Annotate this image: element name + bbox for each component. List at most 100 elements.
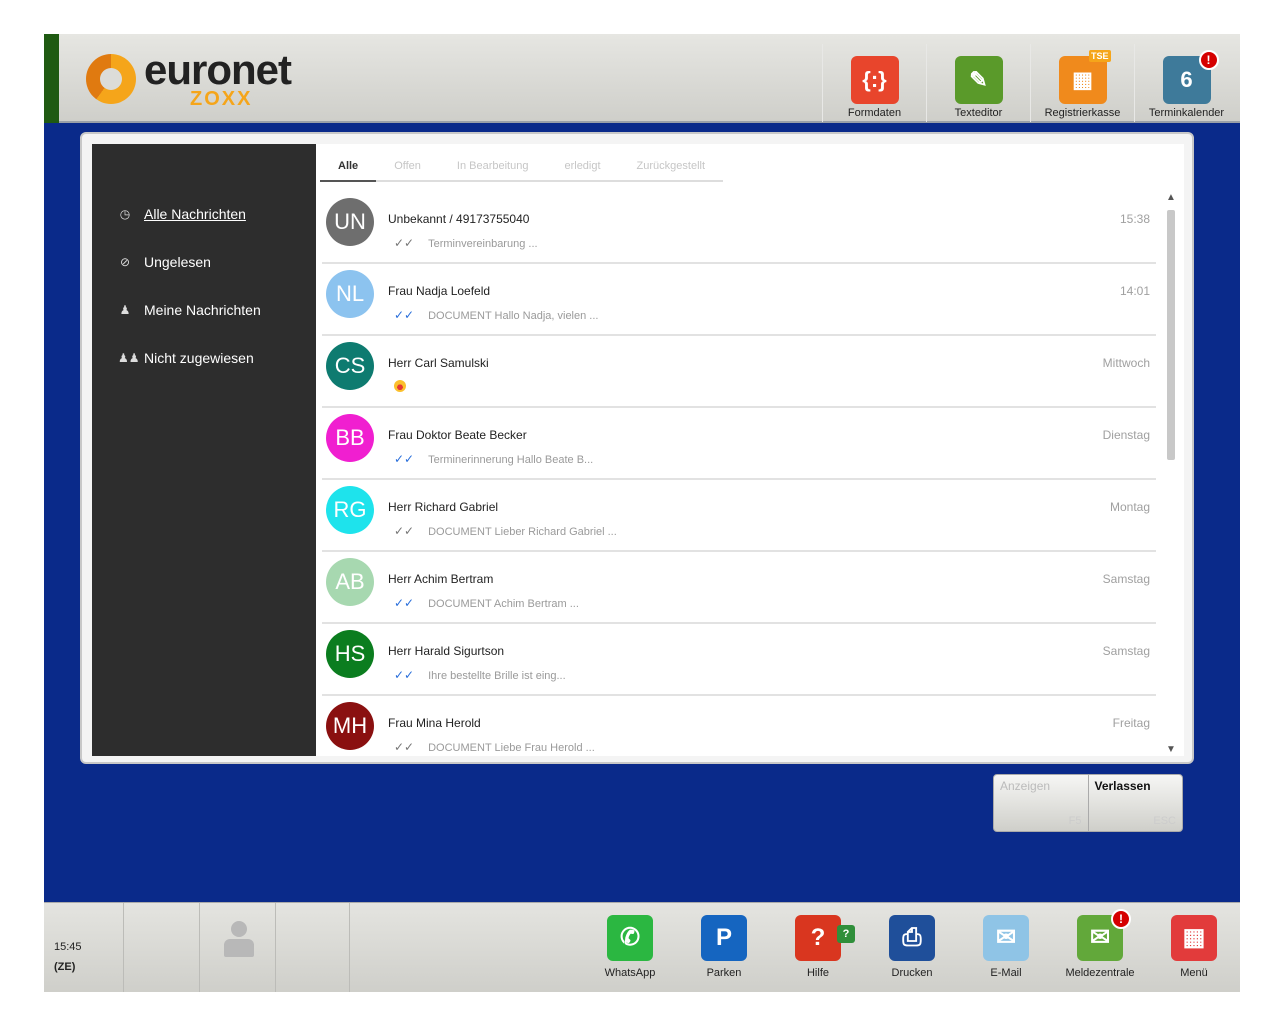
avatar: AB bbox=[326, 558, 374, 606]
footer-button-menü[interactable]: ▦ Menü bbox=[1148, 911, 1240, 989]
footer-user-cell[interactable] bbox=[200, 903, 276, 992]
sidebar-item-alle-nachrichten[interactable]: ◷ Alle Nachrichten bbox=[118, 206, 246, 222]
message-row[interactable]: AB Herr Achim Bertram Samstag ✓✓ DOCUMENT Ac… bbox=[322, 552, 1156, 624]
footer-button-drucken[interactable]: ⎙ Drucken bbox=[866, 911, 958, 989]
message-row[interactable]: HS Herr Harald Sigurtson Samstag ✓✓ Ihre bes… bbox=[322, 624, 1156, 696]
footer-button-meldezentrale[interactable]: ✉! Meldezentrale bbox=[1054, 909, 1146, 989]
sidebar-item-meine-nachrichten[interactable]: ♟ Meine Nachrichten bbox=[118, 302, 261, 318]
scroll-up-icon[interactable]: ▲ bbox=[1164, 192, 1178, 204]
avatar: RG bbox=[326, 486, 374, 534]
emoji-icon bbox=[394, 380, 406, 392]
anzeigen-button[interactable]: Anzeigen F5 bbox=[994, 775, 1089, 831]
sidebar-item-nicht-zugewiesen[interactable]: ♟♟ Nicht zugewiesen bbox=[118, 350, 254, 366]
tab-in-bearbeitung[interactable]: In Bearbeitung bbox=[439, 152, 547, 182]
footer-button-label: E-Mail bbox=[990, 967, 1022, 979]
message-row[interactable]: BB Frau Doktor Beate Becker Dienstag ✓✓ Term… bbox=[322, 408, 1156, 480]
whatsapp-icon: ✆ bbox=[607, 915, 653, 961]
footer-clock-cell: 15:45 (ZE) bbox=[44, 903, 124, 992]
scroll-thumb[interactable] bbox=[1167, 210, 1175, 460]
clock: 15:45 (ZE) bbox=[54, 937, 82, 977]
header: euronet ZOXX {:} Formdaten ✎ Texteditor ▦ TSE… bbox=[44, 34, 1240, 123]
user-icon-head bbox=[231, 921, 247, 937]
read-receipt-icon: ✓✓ bbox=[394, 668, 415, 682]
contact-name: Herr Harald Sigurtson bbox=[388, 644, 505, 658]
message-preview: ✓✓ DOCUMENT Lieber Richard Gabriel ... bbox=[394, 524, 617, 538]
tab-erledigt[interactable]: erledigt bbox=[546, 152, 618, 182]
avatar: NL bbox=[326, 270, 374, 318]
avatar: BB bbox=[326, 414, 374, 462]
message-row[interactable]: MH Frau Mina Herold Freitag ✓✓ DOCUMENT Lieb… bbox=[322, 696, 1156, 756]
read-receipt-icon: ✓✓ bbox=[394, 740, 415, 754]
tab-zurückgestellt[interactable]: Zurückgestellt bbox=[619, 152, 723, 182]
message-row[interactable]: CS Herr Carl Samulski Mittwoch bbox=[322, 336, 1156, 408]
sidebar-item-label: Meine Nachrichten bbox=[144, 302, 261, 318]
person-icon: ♟ bbox=[119, 303, 131, 317]
message-preview-text: Terminvereinbarung ... bbox=[428, 238, 538, 250]
toolbar-button-formdaten[interactable]: {:} Formdaten bbox=[822, 44, 926, 122]
read-receipt-icon: ✓✓ bbox=[394, 236, 415, 250]
footer-button-whatsapp[interactable]: ✆ WhatsApp bbox=[584, 911, 676, 989]
tab-alle[interactable]: Alle bbox=[320, 152, 377, 182]
message-list[interactable]: UN Unbekannt / 49173755040 15:38 ✓✓ Terminve… bbox=[322, 192, 1156, 756]
footer-bar: 15:45 (ZE) ✆ WhatsApp P Parken?? Hilfe ⎙ Druck… bbox=[44, 902, 1240, 992]
message-row[interactable]: RG Herr Richard Gabriel Montag ✓✓ DOCUMENT L… bbox=[322, 480, 1156, 552]
message-time: Samstag bbox=[1102, 644, 1150, 658]
contact-name: Herr Achim Bertram bbox=[388, 572, 494, 586]
verlassen-button[interactable]: Verlassen ESC bbox=[1089, 775, 1183, 831]
footer-button-label: Parken bbox=[706, 967, 742, 979]
contact-name: Frau Mina Herold bbox=[388, 716, 481, 730]
message-time: Dienstag bbox=[1102, 428, 1150, 442]
contact-name: Unbekannt / 49173755040 bbox=[388, 212, 530, 226]
footer-button-label: Hilfe bbox=[806, 967, 829, 979]
user-icon[interactable] bbox=[224, 921, 254, 959]
action-label: Verlassen bbox=[1094, 779, 1151, 793]
help-icon: ?? bbox=[795, 915, 855, 961]
toolbar-button-texteditor[interactable]: ✎ Texteditor bbox=[926, 44, 1030, 122]
footer-button-label: WhatsApp bbox=[604, 967, 656, 979]
footer-button-email[interactable]: ✉ E-Mail bbox=[960, 911, 1052, 989]
message-row[interactable]: UN Unbekannt / 49173755040 15:38 ✓✓ Terminve… bbox=[322, 192, 1156, 264]
user-icon-body bbox=[224, 939, 254, 957]
message-row[interactable]: NL Frau Nadja Loefeld 14:01 ✓✓ DOCUMENT Hall… bbox=[322, 264, 1156, 336]
toolbar-button-registrierkasse[interactable]: ▦ TSE Registrierkasse bbox=[1030, 44, 1134, 122]
message-preview-text: DOCUMENT Hallo Nadja, vielen ... bbox=[428, 310, 599, 322]
message-preview: ✓✓ Terminerinnerung Hallo Beate B... bbox=[394, 452, 593, 466]
footer-button-hilfe[interactable]: ?? Hilfe bbox=[772, 911, 864, 989]
toolbar-button-label: Terminkalender bbox=[1148, 107, 1225, 119]
action-shortcut: F5 bbox=[1068, 815, 1082, 827]
message-preview: ✓✓ DOCUMENT Achim Bertram ... bbox=[394, 596, 579, 610]
footer-button-label: Menü bbox=[1180, 967, 1208, 979]
messages-panel: ◷ Alle Nachrichten ⊘ Ungelesen ♟ Meine Nachri… bbox=[80, 132, 1194, 764]
message-preview-text: Ihre bestellte Brille ist eing... bbox=[428, 670, 566, 682]
scroll-down-icon[interactable]: ▼ bbox=[1164, 744, 1178, 756]
message-preview-text: Terminerinnerung Hallo Beate B... bbox=[428, 454, 594, 466]
menu-grid-icon: ▦ bbox=[1171, 915, 1217, 961]
message-center-icon: ✉! bbox=[1077, 909, 1131, 961]
message-preview: ✓✓ Ihre bestellte Brille ist eing... bbox=[394, 668, 566, 682]
message-preview-text: DOCUMENT Liebe Frau Herold ... bbox=[428, 742, 595, 754]
terminkalender-icon: 6! bbox=[1162, 50, 1219, 104]
logo-name: euronet bbox=[144, 46, 292, 93]
message-preview-text: DOCUMENT Lieber Richard Gabriel ... bbox=[428, 526, 617, 538]
sidebar-item-ungelesen[interactable]: ⊘ Ungelesen bbox=[118, 254, 211, 270]
alert-badge-icon: ! bbox=[1111, 909, 1131, 929]
contact-name: Frau Doktor Beate Becker bbox=[388, 428, 527, 442]
message-preview: ✓✓ Terminvereinbarung ... bbox=[394, 236, 538, 250]
sidebar: ◷ Alle Nachrichten ⊘ Ungelesen ♟ Meine Nachri… bbox=[92, 144, 316, 756]
read-receipt-icon: ✓✓ bbox=[394, 524, 415, 538]
message-preview bbox=[394, 380, 406, 395]
alert-badge-icon: ! bbox=[1198, 50, 1219, 70]
toolbar-button-terminkalender[interactable]: 6! Terminkalender bbox=[1134, 44, 1238, 122]
footer-button-parken[interactable]: P Parken bbox=[678, 911, 770, 989]
header-accent-bar bbox=[44, 34, 59, 123]
registrierkasse-icon: ▦ TSE bbox=[1058, 50, 1111, 104]
app-window: euronet ZOXX {:} Formdaten ✎ Texteditor ▦ TSE… bbox=[44, 34, 1240, 992]
read-receipt-icon: ✓✓ bbox=[394, 452, 415, 466]
message-preview: ✓✓ DOCUMENT Liebe Frau Herold ... bbox=[394, 740, 595, 754]
clock-time: 15:45 bbox=[54, 941, 82, 953]
message-list-scrollbar[interactable]: ▲ ▼ bbox=[1164, 192, 1178, 756]
avatar: CS bbox=[326, 342, 374, 390]
tab-offen[interactable]: Offen bbox=[376, 152, 439, 182]
message-time: Samstag bbox=[1102, 572, 1150, 586]
message-time: 15:38 bbox=[1119, 212, 1150, 226]
